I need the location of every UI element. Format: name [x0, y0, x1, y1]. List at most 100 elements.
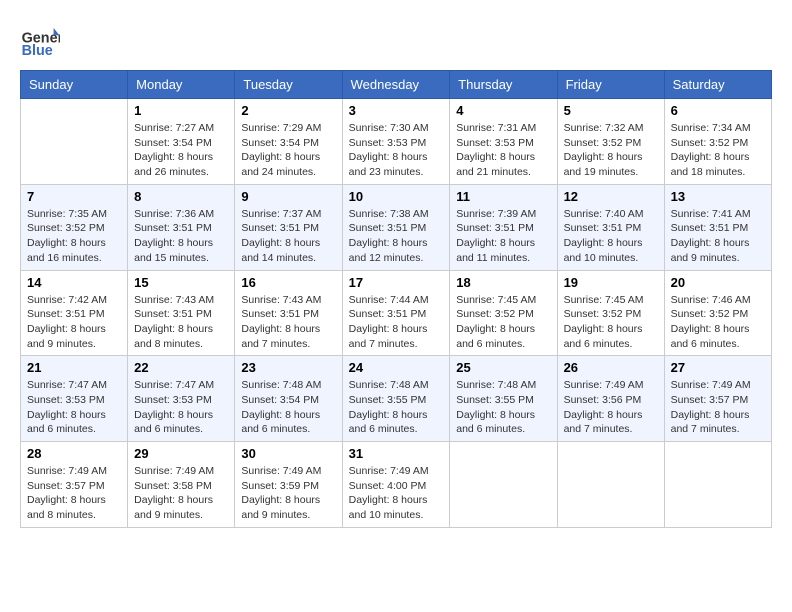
day-header-friday: Friday [557, 71, 664, 99]
calendar-cell [21, 99, 128, 185]
day-info: Sunrise: 7:29 AMSunset: 3:54 PMDaylight:… [241, 121, 335, 180]
calendar-cell: 11 Sunrise: 7:39 AMSunset: 3:51 PMDayligh… [450, 184, 557, 270]
calendar-cell: 20 Sunrise: 7:46 AMSunset: 3:52 PMDayligh… [664, 270, 771, 356]
day-number: 14 [27, 275, 121, 290]
day-number: 8 [134, 189, 228, 204]
day-number: 2 [241, 103, 335, 118]
day-info: Sunrise: 7:49 AMSunset: 3:56 PMDaylight:… [564, 378, 658, 437]
calendar-cell: 17Sunrise: 7:44 AMSunset: 3:51 PMDayligh… [342, 270, 450, 356]
day-info: Sunrise: 7:36 AMSunset: 3:51 PMDaylight:… [134, 207, 228, 266]
day-info: Sunrise: 7:49 AMSunset: 3:57 PMDaylight:… [671, 378, 765, 437]
day-number: 11 [456, 189, 550, 204]
calendar-cell [557, 442, 664, 528]
day-header-sunday: Sunday [21, 71, 128, 99]
svg-text:Blue: Blue [22, 43, 53, 59]
day-info: Sunrise: 7:43 AMSunset: 3:51 PMDaylight:… [134, 293, 228, 352]
calendar-body: 1 Sunrise: 7:27 AMSunset: 3:54 PMDaylight… [21, 99, 772, 528]
day-info: Sunrise: 7:48 AMSunset: 3:55 PMDaylight:… [456, 378, 550, 437]
day-info: Sunrise: 7:42 AMSunset: 3:51 PMDaylight:… [27, 293, 121, 352]
calendar-cell: 31 Sunrise: 7:49 AMSunset: 4:00 PMDayligh… [342, 442, 450, 528]
day-info: Sunrise: 7:49 AMSunset: 4:00 PMDaylight:… [349, 464, 444, 523]
day-info: Sunrise: 7:41 AMSunset: 3:51 PMDaylight:… [671, 207, 765, 266]
calendar-cell: 9Sunrise: 7:37 AMSunset: 3:51 PMDaylight… [235, 184, 342, 270]
day-info: Sunrise: 7:43 AMSunset: 3:51 PMDaylight:… [241, 293, 335, 352]
calendar-cell [450, 442, 557, 528]
day-header-thursday: Thursday [450, 71, 557, 99]
day-info: Sunrise: 7:47 AMSunset: 3:53 PMDaylight:… [134, 378, 228, 437]
calendar-cell: 22 Sunrise: 7:47 AMSunset: 3:53 PMDayligh… [128, 356, 235, 442]
day-number: 24 [349, 360, 444, 375]
day-info: Sunrise: 7:38 AMSunset: 3:51 PMDaylight:… [349, 207, 444, 266]
calendar-cell: 14 Sunrise: 7:42 AMSunset: 3:51 PMDayligh… [21, 270, 128, 356]
week-row-1: 1 Sunrise: 7:27 AMSunset: 3:54 PMDaylight… [21, 99, 772, 185]
week-row-3: 14 Sunrise: 7:42 AMSunset: 3:51 PMDayligh… [21, 270, 772, 356]
day-info: Sunrise: 7:35 AMSunset: 3:52 PMDaylight:… [27, 207, 121, 266]
day-header-monday: Monday [128, 71, 235, 99]
day-number: 23 [241, 360, 335, 375]
day-number: 29 [134, 446, 228, 461]
week-row-5: 28 Sunrise: 7:49 AMSunset: 3:57 PMDayligh… [21, 442, 772, 528]
day-info: Sunrise: 7:31 AMSunset: 3:53 PMDaylight:… [456, 121, 550, 180]
day-info: Sunrise: 7:40 AMSunset: 3:51 PMDaylight:… [564, 207, 658, 266]
day-info: Sunrise: 7:30 AMSunset: 3:53 PMDaylight:… [349, 121, 444, 180]
day-number: 16 [241, 275, 335, 290]
calendar-cell: 30 Sunrise: 7:49 AMSunset: 3:59 PMDayligh… [235, 442, 342, 528]
calendar-cell: 18 Sunrise: 7:45 AMSunset: 3:52 PMDayligh… [450, 270, 557, 356]
day-number: 7 [27, 189, 121, 204]
calendar-cell: 8 Sunrise: 7:36 AMSunset: 3:51 PMDaylight… [128, 184, 235, 270]
day-number: 21 [27, 360, 121, 375]
day-info: Sunrise: 7:34 AMSunset: 3:52 PMDaylight:… [671, 121, 765, 180]
day-number: 4 [456, 103, 550, 118]
calendar-cell: 5Sunrise: 7:32 AMSunset: 3:52 PMDaylight… [557, 99, 664, 185]
calendar-cell: 21Sunrise: 7:47 AMSunset: 3:53 PMDayligh… [21, 356, 128, 442]
day-header-tuesday: Tuesday [235, 71, 342, 99]
day-info: Sunrise: 7:48 AMSunset: 3:54 PMDaylight:… [241, 378, 335, 437]
day-info: Sunrise: 7:49 AMSunset: 3:57 PMDaylight:… [27, 464, 121, 523]
day-info: Sunrise: 7:46 AMSunset: 3:52 PMDaylight:… [671, 293, 765, 352]
calendar-cell: 16 Sunrise: 7:43 AMSunset: 3:51 PMDayligh… [235, 270, 342, 356]
day-number: 26 [564, 360, 658, 375]
day-info: Sunrise: 7:39 AMSunset: 3:51 PMDaylight:… [456, 207, 550, 266]
day-number: 1 [134, 103, 228, 118]
day-info: Sunrise: 7:45 AMSunset: 3:52 PMDaylight:… [564, 293, 658, 352]
calendar-cell: 7 Sunrise: 7:35 AMSunset: 3:52 PMDaylight… [21, 184, 128, 270]
week-row-4: 21 Sunrise: 7:47 AMSunset: 3:53 PMDayligh… [21, 356, 772, 442]
day-info: Sunrise: 7:45 AMSunset: 3:52 PMDaylight:… [456, 293, 550, 352]
calendar-table: SundayMondayTuesdayWednesdayThursdayFrid… [20, 70, 772, 528]
calendar-cell: 26 Sunrise: 7:49 AMSunset: 3:56 PMDayligh… [557, 356, 664, 442]
calendar-cell: 2 Sunrise: 7:29 AMSunset: 3:54 PMDaylight… [235, 99, 342, 185]
calendar-cell: 10 Sunrise: 7:38 AMSunset: 3:51 PMDayligh… [342, 184, 450, 270]
day-number: 5 [564, 103, 658, 118]
calendar-cell: 15 Sunrise: 7:43 AMSunset: 3:51 PMDayligh… [128, 270, 235, 356]
logo: General Blue [20, 20, 64, 60]
day-number: 31 [349, 446, 444, 461]
calendar-cell: 13Sunrise: 7:41 AMSunset: 3:51 PMDayligh… [664, 184, 771, 270]
week-row-2: 7 Sunrise: 7:35 AMSunset: 3:52 PMDaylight… [21, 184, 772, 270]
calendar-cell: 24 Sunrise: 7:48 AMSunset: 3:55 PMDayligh… [342, 356, 450, 442]
day-number: 30 [241, 446, 335, 461]
day-info: Sunrise: 7:48 AMSunset: 3:55 PMDaylight:… [349, 378, 444, 437]
day-info: Sunrise: 7:37 AMSunset: 3:51 PMDaylight:… [241, 207, 335, 266]
day-number: 19 [564, 275, 658, 290]
day-number: 15 [134, 275, 228, 290]
day-info: Sunrise: 7:49 AMSunset: 3:59 PMDaylight:… [241, 464, 335, 523]
calendar-cell: 3 Sunrise: 7:30 AMSunset: 3:53 PMDaylight… [342, 99, 450, 185]
calendar-header: SundayMondayTuesdayWednesdayThursdayFrid… [21, 71, 772, 99]
day-number: 10 [349, 189, 444, 204]
calendar-cell: 19 Sunrise: 7:45 AMSunset: 3:52 PMDayligh… [557, 270, 664, 356]
day-number: 3 [349, 103, 444, 118]
day-number: 22 [134, 360, 228, 375]
day-number: 20 [671, 275, 765, 290]
calendar-cell: 25Sunrise: 7:48 AMSunset: 3:55 PMDayligh… [450, 356, 557, 442]
day-number: 28 [27, 446, 121, 461]
calendar-cell: 29 Sunrise: 7:49 AMSunset: 3:58 PMDayligh… [128, 442, 235, 528]
calendar-cell: 28 Sunrise: 7:49 AMSunset: 3:57 PMDayligh… [21, 442, 128, 528]
day-info: Sunrise: 7:27 AMSunset: 3:54 PMDaylight:… [134, 121, 228, 180]
day-info: Sunrise: 7:49 AMSunset: 3:58 PMDaylight:… [134, 464, 228, 523]
day-number: 27 [671, 360, 765, 375]
calendar-cell: 1 Sunrise: 7:27 AMSunset: 3:54 PMDaylight… [128, 99, 235, 185]
day-number: 12 [564, 189, 658, 204]
calendar-cell [664, 442, 771, 528]
day-header-wednesday: Wednesday [342, 71, 450, 99]
day-number: 18 [456, 275, 550, 290]
